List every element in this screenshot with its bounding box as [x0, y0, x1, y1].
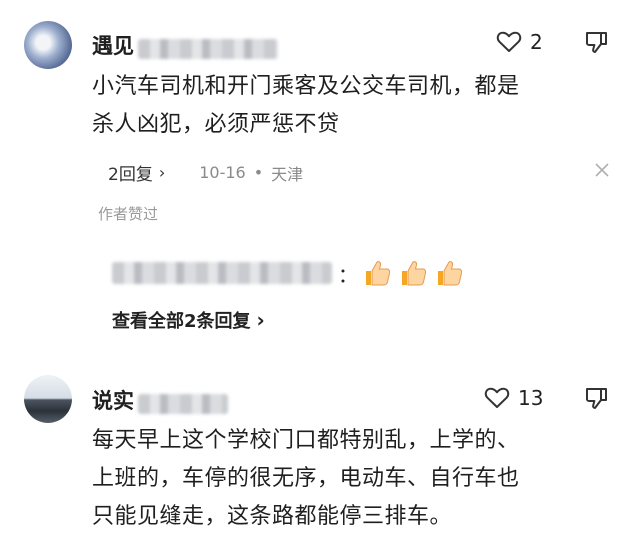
blurred-username — [138, 393, 228, 414]
close-icon[interactable] — [594, 162, 610, 178]
comment-location: 天津 — [271, 164, 304, 184]
comment-text: 小汽车司机和开门乘客及公交车司机，都是 杀人凶犯，必须严惩不贷 — [92, 68, 520, 144]
like-control[interactable]: 2 — [496, 30, 543, 54]
avatar[interactable] — [24, 375, 72, 423]
chevron-right-icon[interactable]: › — [159, 163, 165, 182]
comment-header: 遇见 — [92, 30, 278, 60]
comment-text-line: 只能见缝走，这条路都能停三排车。 — [92, 504, 453, 529]
blurred-username — [138, 38, 278, 59]
thumbs-down-outline-icon[interactable] — [584, 30, 610, 56]
comment-text-line: 杀人凶犯，必须严惩不贷 — [92, 112, 340, 137]
comment-text: 每天早上这个学校门口都特别乱，上学的、 上班的，车停的很无序，电动车、自行车也 … — [92, 422, 520, 536]
like-count: 2 — [530, 30, 543, 54]
heart-outline-icon[interactable] — [484, 386, 510, 410]
thumbs-up-emoji-icon — [366, 261, 391, 286]
comment-meta: 2回复 › 10-16 • 天津 — [108, 160, 303, 185]
thumbs-up-emoji-icon — [402, 261, 427, 286]
reply-emojis — [362, 258, 464, 288]
username[interactable]: 遇见 — [92, 34, 134, 58]
comment-text-line: 每天早上这个学校门口都特别乱，上学的、 — [92, 428, 520, 453]
thumbs-up-emoji-icon — [438, 261, 463, 286]
comment-date: 10-16 — [199, 163, 246, 182]
reply-count-link[interactable]: 2回复 — [108, 160, 153, 185]
blurred-reply-author — [112, 262, 332, 284]
view-all-replies-label[interactable]: 查看全部2条回复 — [112, 307, 251, 333]
like-control[interactable]: 13 — [484, 386, 543, 410]
chevron-right-icon[interactable]: › — [257, 308, 265, 332]
thumbs-down-outline-icon[interactable] — [584, 386, 610, 412]
comment-text-line: 小汽车司机和开门乘客及公交车司机，都是 — [92, 74, 520, 99]
like-count: 13 — [518, 386, 544, 410]
view-all-replies-button[interactable]: 查看全部2条回复 › — [112, 307, 265, 333]
comment-text-line: 上班的，车停的很无序，电动车、自行车也 — [92, 466, 520, 491]
meta-separator: • — [253, 163, 264, 182]
reply-preview[interactable]: ： — [112, 258, 464, 288]
reply-separator: ： — [338, 262, 358, 287]
heart-outline-icon[interactable] — [496, 30, 522, 54]
author-liked-label: 作者赞过 — [98, 205, 159, 223]
username[interactable]: 说实 — [92, 389, 134, 413]
avatar[interactable] — [24, 21, 72, 69]
comment-header: 说实 — [92, 385, 228, 415]
